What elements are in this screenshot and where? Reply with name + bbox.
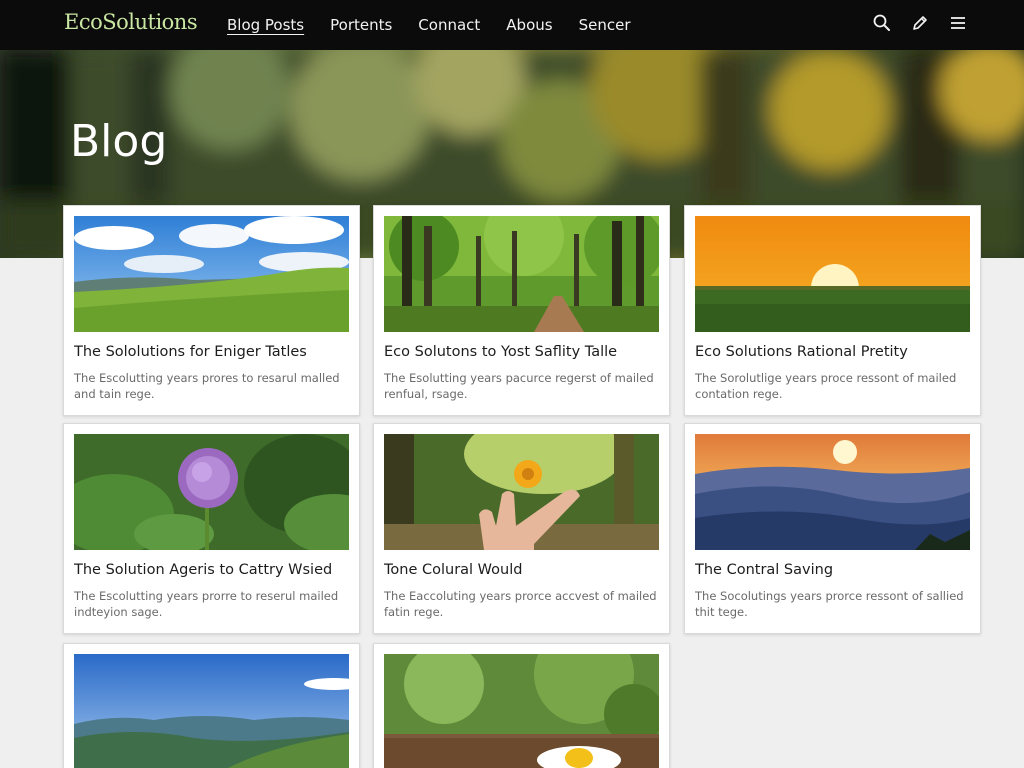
card-image: [695, 434, 970, 550]
card-title[interactable]: The Solution Ageris to Cattry Wsied: [74, 562, 354, 578]
card-title[interactable]: The Contral Saving: [695, 562, 975, 578]
hand-flower-image: [384, 434, 659, 550]
card-title[interactable]: Eco Solutions Rational Pretity: [695, 344, 975, 360]
card-description: The Sorolutlige years proce ressont of m…: [695, 371, 957, 401]
brand-logo[interactable]: EcoSolutions: [64, 10, 198, 34]
card-title[interactable]: The Sololutions for Eniger Tatles: [74, 344, 354, 360]
nav-link-blog-posts[interactable]: Blog Posts: [227, 16, 304, 34]
blog-card[interactable]: Tone Colural Would The Eaccoluting years…: [373, 423, 670, 634]
purple-flower-image: [74, 434, 349, 550]
blog-card[interactable]: The Contral Saving The Socolutings years…: [684, 423, 981, 634]
meadow-image: [74, 216, 349, 332]
card-image: [384, 434, 659, 550]
nav-links: Blog Posts Portents Connact Abous Sencer: [227, 0, 657, 50]
forest-path-image: [384, 216, 659, 332]
search-icon[interactable]: [872, 13, 892, 33]
card-description: The Escolutting years prores to resarul …: [74, 371, 340, 401]
edit-icon[interactable]: [910, 13, 930, 33]
nav-icons: [872, 13, 968, 33]
card-image: [74, 216, 349, 332]
card-image: [384, 654, 659, 768]
card-image: [74, 434, 349, 550]
blog-card[interactable]: The Sololutions for Eniger Tatles The Es…: [63, 205, 360, 416]
card-image: [74, 654, 349, 768]
mountain-sunset-image: [695, 434, 970, 550]
blog-card[interactable]: The Solution Ageris to Cattry Wsied The …: [63, 423, 360, 634]
blog-card[interactable]: [63, 643, 360, 768]
card-title[interactable]: Tone Colural Would: [384, 562, 664, 578]
card-description: The Esolutting years pacurce regerst of …: [384, 371, 654, 401]
nav-link-connact[interactable]: Connact: [418, 16, 480, 34]
blog-card[interactable]: Eco Solutions Rational Pretity The Sorol…: [684, 205, 981, 416]
daisy-image: [384, 654, 659, 768]
blog-card[interactable]: Eco Solutons to Yost Saflity Talle The E…: [373, 205, 670, 416]
sunset-field-image: [695, 216, 970, 332]
card-title[interactable]: Eco Solutons to Yost Saflity Talle: [384, 344, 664, 360]
card-description: The Eaccoluting years prorce accvest of …: [384, 589, 657, 619]
top-navigation: EcoSolutions Blog Posts Portents Connact…: [0, 0, 1024, 50]
nav-link-portents[interactable]: Portents: [330, 16, 392, 34]
mountain-valley-image: [74, 654, 349, 768]
nav-link-abous[interactable]: Abous: [506, 16, 552, 34]
nav-link-sencer[interactable]: Sencer: [579, 16, 631, 34]
page-title: Blog: [70, 116, 168, 167]
menu-icon[interactable]: [948, 13, 968, 33]
blog-card[interactable]: [373, 643, 670, 768]
card-description: The Socolutings years prorce ressont of …: [695, 589, 964, 619]
card-image: [384, 216, 659, 332]
card-image: [695, 216, 970, 332]
card-description: The Escolutting years prorre to reserul …: [74, 589, 339, 619]
